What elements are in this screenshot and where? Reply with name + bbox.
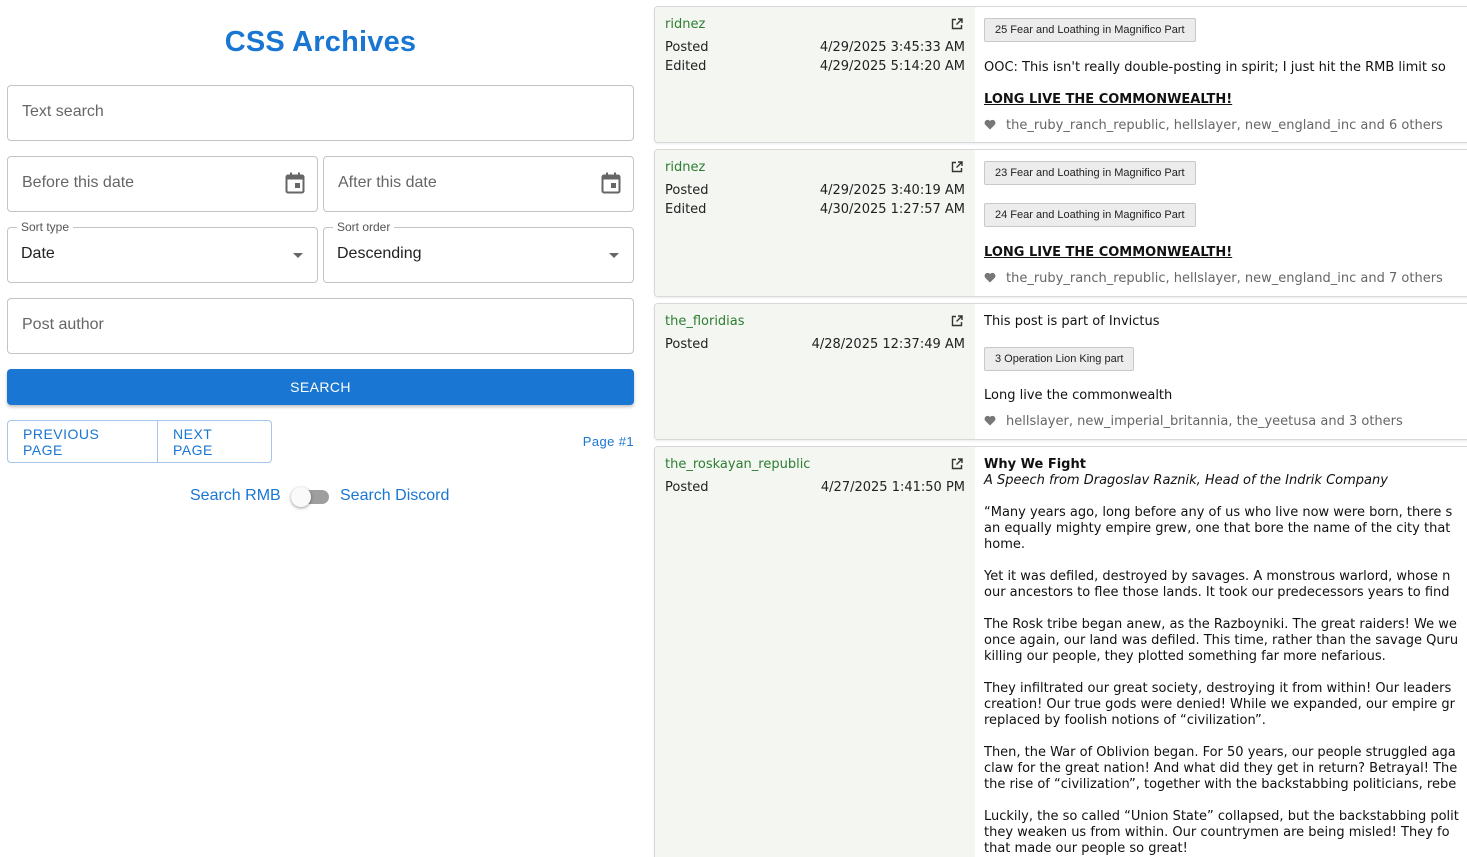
- speech-heading: Why We Fight: [984, 457, 1086, 472]
- post-reference-chip[interactable]: 23 Fear and Loathing in Magnifico Part: [984, 161, 1196, 185]
- page-title: CSS Archives: [224, 26, 417, 58]
- post-author-link[interactable]: ridnez: [665, 17, 705, 32]
- post-likes: the_ruby_ranch_republic, hellslayer, new…: [984, 118, 1443, 133]
- previous-page-button[interactable]: PREVIOUS PAGE: [7, 420, 158, 463]
- post-intro-text: This post is part of Invictus: [984, 314, 1160, 329]
- posted-label: Posted: [665, 337, 709, 352]
- likes-text: the_ruby_ranch_republic, hellslayer, new…: [1006, 271, 1443, 286]
- page-number: Page #1: [582, 434, 634, 449]
- search-rmb-label: Search RMB: [190, 487, 281, 504]
- calendar-icon[interactable]: [285, 172, 305, 194]
- dropdown-arrow-icon: [609, 253, 619, 258]
- search-discord-label: Search Discord: [340, 487, 450, 504]
- external-link-icon[interactable]: [951, 161, 963, 173]
- before-date-placeholder: Before this date: [22, 174, 135, 191]
- heart-icon: [984, 272, 996, 283]
- post-bold-text: LONG LIVE THE COMMONWEALTH!: [984, 92, 1233, 107]
- posted-date: 4/28/2025 12:37:49 AM: [811, 337, 965, 352]
- posted-date: 4/29/2025 3:40:19 AM: [819, 183, 965, 198]
- search-source-toggle-row: Search RMB Search Discord: [7, 486, 634, 510]
- post-meta: the_floridias Posted 4/28/2025 12:37:49 …: [655, 304, 975, 439]
- post-reference-chip[interactable]: 24 Fear and Loathing in Magnifico Part: [984, 203, 1196, 227]
- post-author-placeholder: Post author: [22, 316, 104, 333]
- sort-type-select[interactable]: Sort type Date: [7, 220, 318, 283]
- post-likes: the_ruby_ranch_republic, hellslayer, new…: [984, 271, 1443, 286]
- search-panel: CSS Archives Text search Before this dat…: [7, 0, 634, 507]
- post-bold-text: LONG LIVE THE COMMONWEALTH!: [984, 245, 1233, 260]
- heart-icon: [984, 119, 996, 130]
- sort-order-label: Sort order: [333, 220, 395, 234]
- posted-date: 4/29/2025 3:45:33 AM: [819, 40, 965, 55]
- pagination: PREVIOUS PAGE NEXT PAGE: [7, 420, 272, 463]
- text-search-placeholder: Text search: [22, 103, 104, 120]
- likes-text: the_ruby_ranch_republic, hellslayer, new…: [1006, 118, 1443, 133]
- post-card: the_floridias Posted 4/28/2025 12:37:49 …: [654, 303, 1467, 440]
- post-likes: hellslayer, new_imperial_britannia, the_…: [984, 414, 1403, 429]
- posted-label: Posted: [665, 40, 709, 55]
- likes-text: hellslayer, new_imperial_britannia, the_…: [1006, 414, 1403, 429]
- heart-icon: [984, 415, 996, 426]
- speech-paragraph: They infiltrated our great society, dest…: [984, 681, 1455, 728]
- posted-label: Posted: [665, 480, 709, 495]
- posted-row: Posted 4/29/2025 3:40:19 AM: [665, 183, 965, 201]
- sort-order-value: Descending: [337, 245, 422, 262]
- speech-paragraph: Yet it was defiled, destroyed by savages…: [984, 569, 1451, 600]
- calendar-icon[interactable]: [601, 172, 621, 194]
- posted-date: 4/27/2025 1:41:50 PM: [820, 480, 965, 495]
- edited-row: Edited 4/30/2025 1:27:57 AM: [665, 202, 965, 220]
- post-card: the_roskayan_republic Posted 4/27/2025 1…: [654, 446, 1467, 857]
- posted-row: Posted 4/27/2025 1:41:50 PM: [665, 480, 965, 498]
- post-author-link[interactable]: the_roskayan_republic: [665, 457, 810, 472]
- edited-label: Edited: [665, 202, 707, 217]
- posted-row: Posted 4/28/2025 12:37:49 AM: [665, 337, 965, 355]
- post-reference-chip[interactable]: 3 Operation Lion King part: [984, 347, 1135, 371]
- post-meta: ridnez Posted 4/29/2025 3:45:33 AM Edite…: [655, 7, 975, 142]
- sort-type-value: Date: [21, 245, 55, 262]
- search-button[interactable]: SEARCH: [7, 369, 634, 405]
- external-link-icon[interactable]: [951, 458, 963, 470]
- dropdown-arrow-icon: [293, 253, 303, 258]
- speech-paragraph: Luckily, the so called “Union State” col…: [984, 809, 1459, 856]
- edited-label: Edited: [665, 59, 707, 74]
- post-card: ridnez Posted 4/29/2025 3:45:33 AM Edite…: [654, 6, 1467, 143]
- after-date-input[interactable]: After this date: [323, 156, 634, 212]
- speech-subheading: A Speech from Dragoslav Raznik, Head of …: [984, 473, 1388, 488]
- post-meta: ridnez Posted 4/29/2025 3:40:19 AM Edite…: [655, 150, 975, 296]
- sort-type-label: Sort type: [17, 220, 74, 234]
- speech-paragraph: Then, the War of Oblivion began. For 50 …: [984, 745, 1458, 792]
- post-author-input[interactable]: Post author: [7, 298, 634, 354]
- external-link-icon[interactable]: [951, 18, 963, 30]
- post-content: Why We Fight A Speech from Dragoslav Raz…: [984, 447, 1467, 857]
- post-card: ridnez Posted 4/29/2025 3:40:19 AM Edite…: [654, 149, 1467, 297]
- speech-paragraph: The Rosk tribe began anew, as the Razboy…: [984, 617, 1459, 664]
- text-search-input[interactable]: Text search: [7, 85, 634, 141]
- speech-paragraph: “Many years ago, long before any of us w…: [984, 505, 1453, 552]
- sort-order-select[interactable]: Sort order Descending: [323, 220, 634, 283]
- edited-date: 4/29/2025 5:14:20 AM: [819, 59, 965, 74]
- post-author-link[interactable]: ridnez: [665, 160, 705, 175]
- post-text: OOC: This isn't really double-posting in…: [984, 60, 1446, 75]
- source-switch-thumb[interactable]: [291, 487, 311, 507]
- external-link-icon[interactable]: [951, 315, 963, 327]
- posted-row: Posted 4/29/2025 3:45:33 AM: [665, 40, 965, 58]
- post-text: Long live the commonwealth: [984, 388, 1173, 403]
- edited-row: Edited 4/29/2025 5:14:20 AM: [665, 59, 965, 77]
- edited-date: 4/30/2025 1:27:57 AM: [819, 202, 965, 217]
- posted-label: Posted: [665, 183, 709, 198]
- next-page-button[interactable]: NEXT PAGE: [158, 420, 272, 463]
- after-date-placeholder: After this date: [338, 174, 437, 191]
- post-reference-chip[interactable]: 25 Fear and Loathing in Magnifico Part: [984, 18, 1196, 42]
- post-meta: the_roskayan_republic Posted 4/27/2025 1…: [655, 447, 975, 857]
- before-date-input[interactable]: Before this date: [7, 156, 318, 212]
- post-author-link[interactable]: the_floridias: [665, 314, 745, 329]
